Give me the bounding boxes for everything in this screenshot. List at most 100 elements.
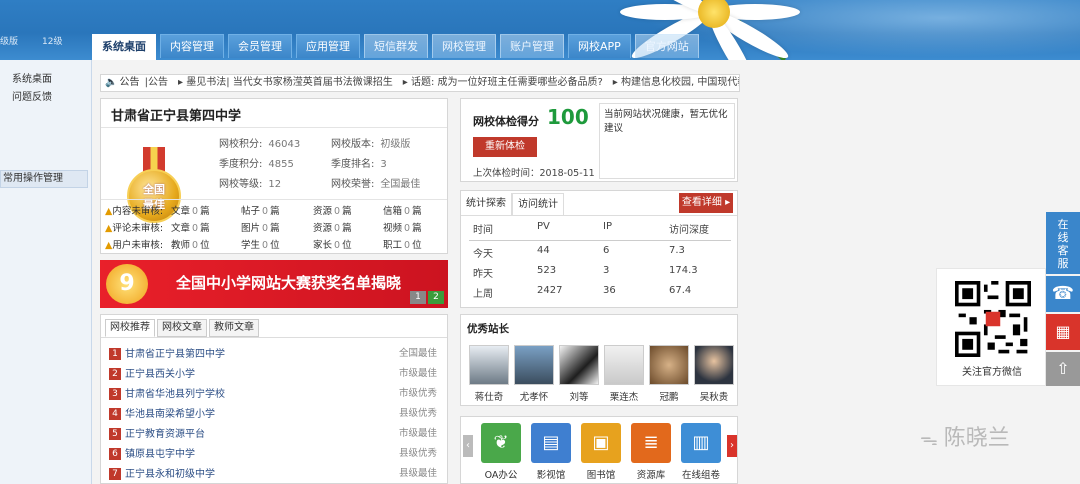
level-indicator: 级版 12级 — [0, 37, 63, 47]
author-watermark: ᯓ 陈晓兰 — [920, 426, 1010, 451]
list-item[interactable]: 2 正宁县西关小学 市级最佳 — [109, 365, 443, 383]
app-label: OA办公 — [484, 470, 518, 481]
view-detail-button[interactable]: 查看详细 ▸ — [679, 193, 733, 213]
qr-label: 关注官方微信 — [962, 367, 1022, 378]
list-item[interactable]: 7 正宁县永和初级中学 县级最佳 — [109, 465, 443, 483]
award-banner[interactable]: 9 全国中小学网站大赛获奖名单揭晓 1 2 — [100, 260, 448, 308]
avatar[interactable] — [694, 345, 734, 385]
sidebar: 系统桌面 问题反馈 常用操作管理 — [0, 60, 92, 484]
tab-member-manage[interactable]: 会员管理 — [228, 34, 292, 58]
top-principals-panel: 优秀站长 蒋仕奇 尤孝怀 刘等 栗连杰 冠鹏 吴秋贵 — [460, 314, 738, 406]
list-item[interactable]: 1 甘肃省正宁县第四中学 全国最佳 — [109, 345, 443, 363]
audit-cell[interactable]: 视频 0 篇 — [383, 220, 422, 234]
audit-cell[interactable]: 资源 0 篇 — [313, 203, 352, 217]
avatar[interactable] — [649, 345, 689, 385]
audit-content-label: ▲内容未审核: — [105, 206, 164, 217]
recommend-panel: 网校推荐 网校文章 教师文章 1 甘肃省正宁县第四中学 全国最佳 2 正宁县西关小学市… — [100, 314, 448, 484]
principal-name: 吴秋贵 — [699, 392, 729, 403]
audit-cell[interactable]: 资源 0 篇 — [313, 220, 352, 234]
database-icon[interactable]: ≣ — [631, 423, 671, 463]
stats-header-row: 时间 PV IP 访问深度 — [469, 221, 731, 241]
stat-school-version: 网校版本: 初级版 — [331, 139, 411, 150]
app-label: 资源库 — [636, 470, 666, 481]
stat-quarter-points: 季度积分: 4855 — [219, 159, 294, 170]
wechat-icon: ᯓ — [920, 429, 938, 450]
audit-cell[interactable]: 文章 0 篇 — [171, 203, 210, 217]
tab-school-recommend[interactable]: 网校推荐 — [105, 319, 155, 337]
school-info-panel: 甘肃省正宁县第四中学 全国 最佳 网校积分: 46043 网校版本: 初级版 季度积… — [100, 98, 448, 254]
main-nav-tabs: 系统桌面 内容管理 会员管理 应用管理 短信群发 网校管理 账户管理 网校APP… — [92, 34, 699, 60]
table-row: 上周 2427 36 67.4 — [473, 285, 692, 300]
tab-sms[interactable]: 短信群发 — [364, 34, 428, 58]
stats-tabs: 统计探索 访问统计 — [461, 193, 564, 215]
list-item[interactable]: 6 镇原县屯字中学 县级优秀 — [109, 445, 443, 463]
list-item[interactable]: 5 正宁教育资源平台 市级最佳 — [109, 425, 443, 443]
avatar[interactable] — [514, 345, 554, 385]
audit-cell[interactable]: 文章 0 篇 — [171, 220, 210, 234]
leaf-icon[interactable]: ❦ — [481, 423, 521, 463]
film-icon[interactable]: ▤ — [531, 423, 571, 463]
tab-school-manage[interactable]: 网校管理 — [432, 34, 496, 58]
back-to-top-icon[interactable]: ⇧ — [1046, 352, 1080, 386]
audit-user-label: ▲用户未审核: — [105, 240, 164, 251]
stat-school-level: 网校等级: 12 — [219, 179, 282, 190]
banner-page-1[interactable]: 1 — [410, 291, 426, 304]
avatar[interactable] — [559, 345, 599, 385]
wechat-qr-box: 关注官方微信 — [936, 268, 1046, 386]
visit-stats-panel: 统计探索 访问统计 查看详细 ▸ 时间 PV IP 访问深度 今天 44 6 7… — [460, 190, 738, 308]
tab-content-manage[interactable]: 内容管理 — [160, 34, 224, 58]
audit-cell[interactable]: 信箱 0 篇 — [383, 203, 422, 217]
tab-official-site[interactable]: 官方网站 — [634, 34, 699, 58]
audit-cell[interactable]: 家长 0 位 — [313, 237, 352, 251]
notice-text[interactable]: |公告 ▸ 墨见书法| 当代女书家杨滢英首届书法微课招生 ▸ 话题: 成为一位好… — [145, 77, 739, 88]
qr-icon[interactable]: ▦ — [1046, 314, 1080, 350]
book-icon[interactable]: ▣ — [581, 423, 621, 463]
sidebar-item-feedback[interactable]: 问题反馈 — [12, 88, 52, 103]
table-row: 昨天 523 3 174.3 — [473, 265, 698, 280]
phone-icon[interactable]: ☎ — [1046, 276, 1080, 312]
list-item[interactable]: 3 甘肃省华池县列宁学校 市级优秀 — [109, 385, 443, 403]
health-score-panel: 网校体检得分 100 重新体检 上次体检时间：2018-05-11 当前网站状况… — [460, 98, 738, 182]
app-label: 影视馆 — [536, 470, 566, 481]
app-label: 在线组卷 — [681, 470, 720, 481]
stat-quarter-rank: 季度排名: 3 — [331, 159, 387, 170]
prev-arrow-icon[interactable]: ‹ — [463, 435, 473, 457]
tab-app-manage[interactable]: 应用管理 — [296, 34, 360, 58]
audit-cell[interactable]: 教师 0 位 — [171, 237, 210, 251]
avatar[interactable] — [604, 345, 644, 385]
banner-page-2[interactable]: 2 — [428, 291, 444, 304]
score-value: 100 — [547, 105, 589, 129]
tab-visit-stats[interactable]: 访问统计 — [512, 193, 564, 215]
notice-bar: 🔈 公告 |公告 ▸ 墨见书法| 当代女书家杨滢英首届书法微课招生 ▸ 话题: 成… — [100, 74, 740, 92]
next-arrow-icon[interactable]: › — [727, 435, 737, 457]
tab-school-app[interactable]: 网校APP — [568, 34, 631, 58]
tab-stats-explore[interactable]: 统计探索 — [461, 193, 512, 215]
apps-panel: ‹ ❦ ▤ ▣ ≣ ▥ › OA办公 影视馆 图书馆 资源库 在线组卷 — [460, 416, 738, 484]
audit-cell[interactable]: 职工 0 位 — [383, 237, 422, 251]
audit-cell[interactable]: 图片 0 篇 — [241, 220, 280, 234]
sidebar-group-common[interactable]: 常用操作管理 — [0, 170, 88, 188]
qr-code — [955, 281, 1031, 357]
banner-text: 全国中小学网站大赛获奖名单揭晓 — [176, 274, 402, 292]
sidebar-item-desktop[interactable]: 系统桌面 — [12, 70, 52, 85]
app-label: 图书馆 — [586, 470, 616, 481]
header-bar: 级版 12级 系统桌面 内容管理 会员管理 应用管理 短信群发 网校管理 账户管… — [0, 0, 1080, 94]
audit-cell[interactable]: 学生 0 位 — [241, 237, 280, 251]
school-name: 甘肃省正宁县第四中学 — [111, 109, 242, 124]
tab-teacher-articles[interactable]: 教师文章 — [209, 319, 259, 337]
list-item[interactable]: 4 华池县南梁希望小学 县级优秀 — [109, 405, 443, 423]
audit-cell[interactable]: 帖子 0 篇 — [241, 203, 280, 217]
tab-system-desktop[interactable]: 系统桌面 — [92, 34, 156, 60]
recheck-button[interactable]: 重新体检 — [473, 137, 537, 157]
recommend-tabs: 网校推荐 网校文章 教师文章 — [105, 319, 259, 337]
principal-name: 蒋仕奇 — [474, 392, 504, 403]
document-icon[interactable]: ▥ — [681, 423, 721, 463]
principal-name: 栗连杰 — [609, 392, 639, 403]
tab-school-articles[interactable]: 网校文章 — [157, 319, 207, 337]
score-note: 当前网站状况健康，暂无优化建议 — [599, 103, 735, 179]
online-service-button[interactable]: 在线客服 — [1046, 212, 1080, 274]
table-row: 今天 44 6 7.3 — [473, 245, 685, 260]
stat-school-honor: 网校荣誉: 全国最佳 — [331, 179, 421, 190]
tab-account-manage[interactable]: 账户管理 — [500, 34, 564, 58]
avatar[interactable] — [469, 345, 509, 385]
